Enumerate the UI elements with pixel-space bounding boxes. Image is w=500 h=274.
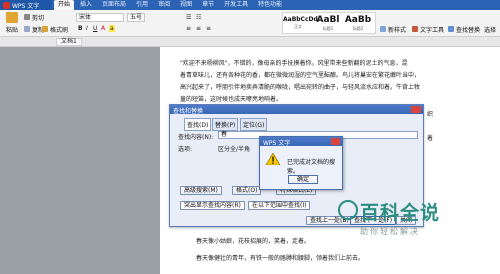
watermark-title: 百科全说 [360, 202, 441, 224]
find-dialog-title: 查找和替换 [170, 105, 423, 115]
options-value: 区分全/半角 [218, 146, 251, 153]
doc-line-fragment: 织 [427, 111, 434, 118]
tab-features[interactable]: 特色功能 [254, 0, 286, 10]
doc-line: "欢迎不来杨柳风"，不错的，像母亲的手抚摸着你。风里带来些新翻的泥土的气息，混 [180, 60, 408, 67]
bold-icon[interactable]: B [78, 25, 83, 32]
title-bar: WPS 文字 开始 插入 页面布局 引用 审阅 视图 章节 开发工具 特色功能 [0, 0, 500, 10]
new-style-button[interactable]: 新样式 [380, 24, 406, 34]
format-painter-label: 格式刷 [50, 26, 69, 34]
style-heading2[interactable]: AaBb 标题2 [343, 15, 373, 32]
copy-button[interactable]: 复制 [24, 24, 44, 34]
doc-line: 春天像健壮的青年，有铁一般的胳膊和腰脚，领着我们上前去。 [196, 255, 365, 262]
tab-review[interactable]: 审阅 [154, 0, 174, 10]
cut-button[interactable]: 剪切 [24, 12, 44, 22]
highlight-select[interactable]: 突出显示查找内容(R) [180, 201, 245, 210]
new-style-label: 新样式 [388, 26, 407, 34]
binoculars-icon [448, 26, 454, 32]
alert-title: WPS 文字 [260, 137, 342, 147]
doc-line: 着青草味儿，还有各种花的香，都在微微润湿的空气里酝酿。鸟儿将巢安在繁花嫩叶当中， [180, 72, 421, 79]
style-heading1-name: 标题1 [322, 25, 334, 31]
doc-line: 童的短笛，这时候也成天嘹亮地响着。 [180, 96, 283, 103]
find-content-label: 查找内容(N): [178, 134, 214, 141]
numbering-icon[interactable]: ☷ [196, 14, 201, 21]
tab-find[interactable]: 查找(D) [184, 118, 212, 131]
font-name-select[interactable]: 宋体 [76, 13, 124, 22]
tab-goto[interactable]: 定位(G) [240, 118, 268, 131]
options-label: 选项: [178, 146, 193, 153]
underline-icon[interactable]: U [93, 25, 97, 32]
select-label: 选择 [484, 26, 497, 34]
scissors-icon [24, 14, 30, 20]
ok-button[interactable]: 确定 [288, 175, 318, 184]
italic-icon[interactable]: I [86, 25, 88, 32]
doc-line: 高兴起来了，呼朋引伴地卖弄清脆的喉咙，唱出宛转的曲子，与轻风流水应和着。牛背上牧 [180, 84, 421, 91]
paste-icon [6, 12, 18, 23]
text-tools-icon [412, 26, 418, 32]
tab-sections[interactable]: 章节 [198, 0, 218, 10]
style-normal[interactable]: AaBbCcDd 正文 [283, 16, 318, 30]
doc-line: 春天像小姑娘，花枝招展的，笑着，走着。 [196, 238, 311, 245]
font-color-icon[interactable]: A [101, 25, 105, 32]
alert-message: 已完成对文档的搜索。 [287, 159, 336, 175]
tab-home[interactable]: 开始 [54, 0, 75, 10]
format-button[interactable]: 格式(O) [232, 186, 262, 195]
style-heading2-name: 标题2 [352, 25, 364, 31]
tab-replace[interactable]: 替换(P) [212, 118, 239, 131]
highlight-icon[interactable]: a [109, 25, 115, 32]
ribbon-tabs: 开始 插入 页面布局 引用 审阅 视图 章节 开发工具 特色功能 [54, 0, 286, 10]
text-tools-label: 文字工具 [420, 26, 445, 34]
align-left-icon[interactable]: ≡ [186, 25, 191, 32]
watermark-subtitle: 助你轻松解决 [360, 227, 420, 236]
cut-label: 剪切 [32, 14, 45, 22]
find-replace-button[interactable]: 查找替换 [448, 24, 480, 34]
find-replace-label: 查找替换 [456, 26, 481, 34]
text-tools-button[interactable]: 文字工具 [412, 24, 444, 34]
wps-alert-dialog: WPS 文字 已完成对文档的搜索。 确定 [259, 136, 343, 190]
doc-line-fragment: 着 [427, 135, 434, 142]
app-title: WPS 文字 [12, 2, 40, 10]
brush-icon [42, 26, 48, 32]
style-heading1[interactable]: AaBl 标题1 [313, 15, 343, 32]
paste-button[interactable]: 粘贴 [3, 12, 21, 34]
style-normal-name: 正文 [294, 24, 302, 29]
tab-view[interactable]: 视图 [176, 0, 196, 10]
new-style-icon [380, 26, 386, 32]
watermark-logo-icon [338, 200, 358, 220]
style-heading2-sample: AaBb [344, 14, 372, 25]
align-center-icon[interactable]: ≡ [196, 25, 201, 32]
advanced-search-button[interactable]: 高级搜索(M) [180, 186, 222, 195]
watermark: 百科全说 助你轻松解决 [338, 198, 441, 237]
document-tab[interactable]: 文档1 [56, 38, 82, 46]
align-right-icon[interactable]: ≡ [206, 25, 211, 32]
ribbon: 粘贴 剪切 复制 格式刷 宋体 五号 B I U A a ☰ ☷ ≡ ≡ ≡ A… [0, 10, 500, 37]
tab-page-layout[interactable]: 页面布局 [98, 0, 130, 10]
format-painter-button[interactable]: 格式刷 [42, 24, 68, 34]
find-dialog-close-icon[interactable] [411, 106, 421, 113]
bullets-icon[interactable]: ☰ [186, 14, 191, 21]
tab-developer[interactable]: 开发工具 [220, 0, 252, 10]
scope-select[interactable]: 在以下范围中查找(I) [248, 201, 311, 210]
copy-icon [24, 26, 30, 32]
style-heading1-sample: AaBl [316, 14, 340, 25]
tab-references[interactable]: 引用 [132, 0, 152, 10]
warning-icon [266, 153, 280, 165]
paste-label: 粘贴 [5, 27, 18, 34]
select-button[interactable]: 选择 [484, 24, 496, 34]
wps-logo-icon [3, 1, 10, 9]
tab-insert[interactable]: 插入 [76, 0, 96, 10]
style-gallery: AaBbCcDd 正文 AaBl 标题1 AaBb 标题2 [282, 12, 376, 34]
app-menu-button[interactable]: WPS 文字 [0, 0, 52, 10]
alert-close-icon[interactable] [331, 138, 340, 145]
font-size-select[interactable]: 五号 [127, 13, 145, 22]
